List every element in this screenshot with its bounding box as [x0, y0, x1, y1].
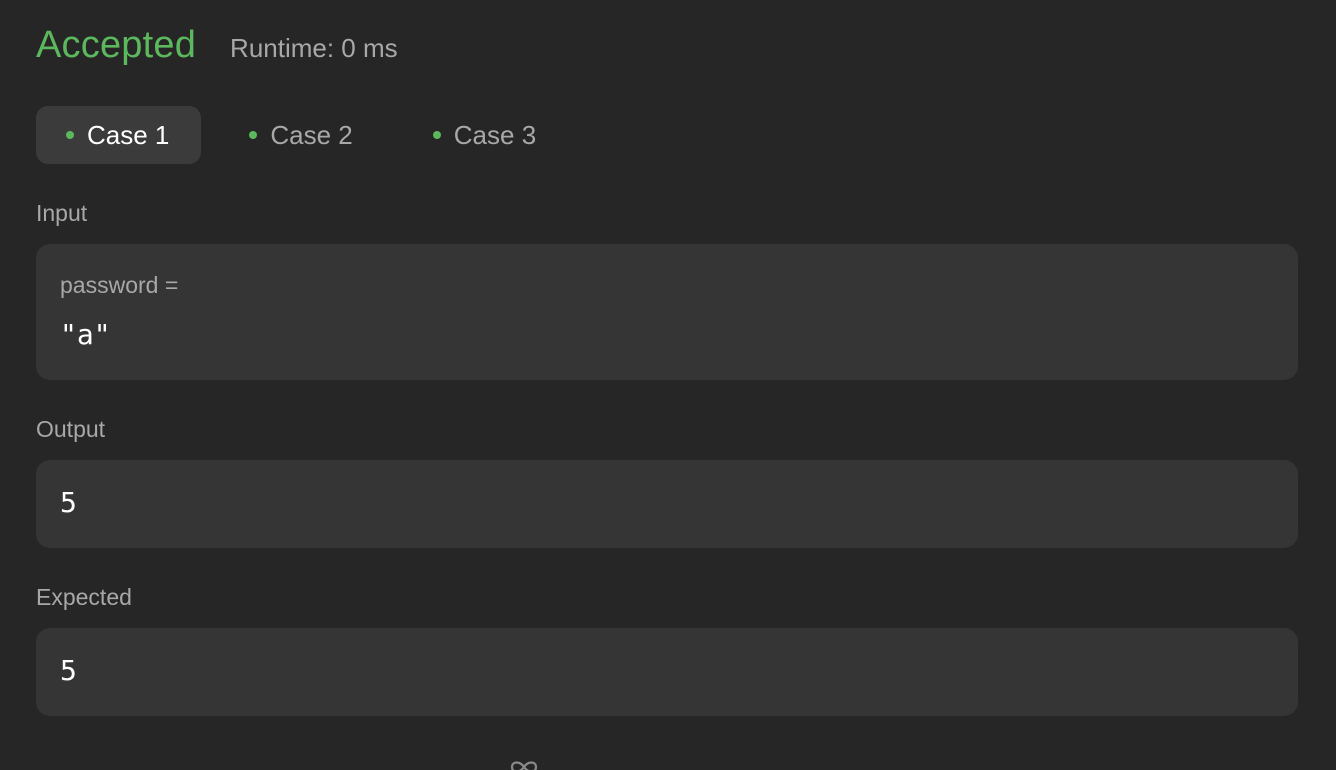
tab-case-2[interactable]: Case 2 [219, 106, 384, 164]
tab-label: Case 2 [270, 119, 353, 150]
result-status: Accepted [36, 24, 197, 66]
runtime-label: Runtime: 0 ms [230, 33, 398, 63]
passed-dot-icon [249, 131, 258, 139]
tab-case-1[interactable]: Case 1 [36, 106, 202, 164]
result-header: Accepted Runtime: 0 ms [36, 24, 398, 67]
tab-case-3[interactable]: Case 3 [403, 106, 568, 164]
input-section-label: Input [36, 200, 88, 226]
passed-dot-icon [66, 131, 74, 139]
output-value: 5 [60, 486, 77, 519]
input-box: password = "a" [36, 244, 1298, 380]
expected-value: 5 [60, 654, 77, 687]
tab-label: Case 3 [453, 119, 537, 150]
passed-dot-icon [432, 131, 441, 139]
input-variable-label: password = [60, 272, 179, 298]
tab-label: Case 1 [87, 119, 170, 150]
input-value: "a" [60, 318, 111, 351]
expected-box: 5 [36, 628, 1298, 716]
case-tabs: Case 1 Case 2 Case 3 [36, 106, 568, 164]
expected-section-label: Expected [36, 584, 132, 610]
testcase-result-panel: Accepted Runtime: 0 ms Case 1 Case 2 Cas… [0, 0, 1336, 770]
infinity-icon [510, 761, 538, 770]
output-section-label: Output [36, 416, 106, 442]
output-box: 5 [36, 460, 1298, 548]
